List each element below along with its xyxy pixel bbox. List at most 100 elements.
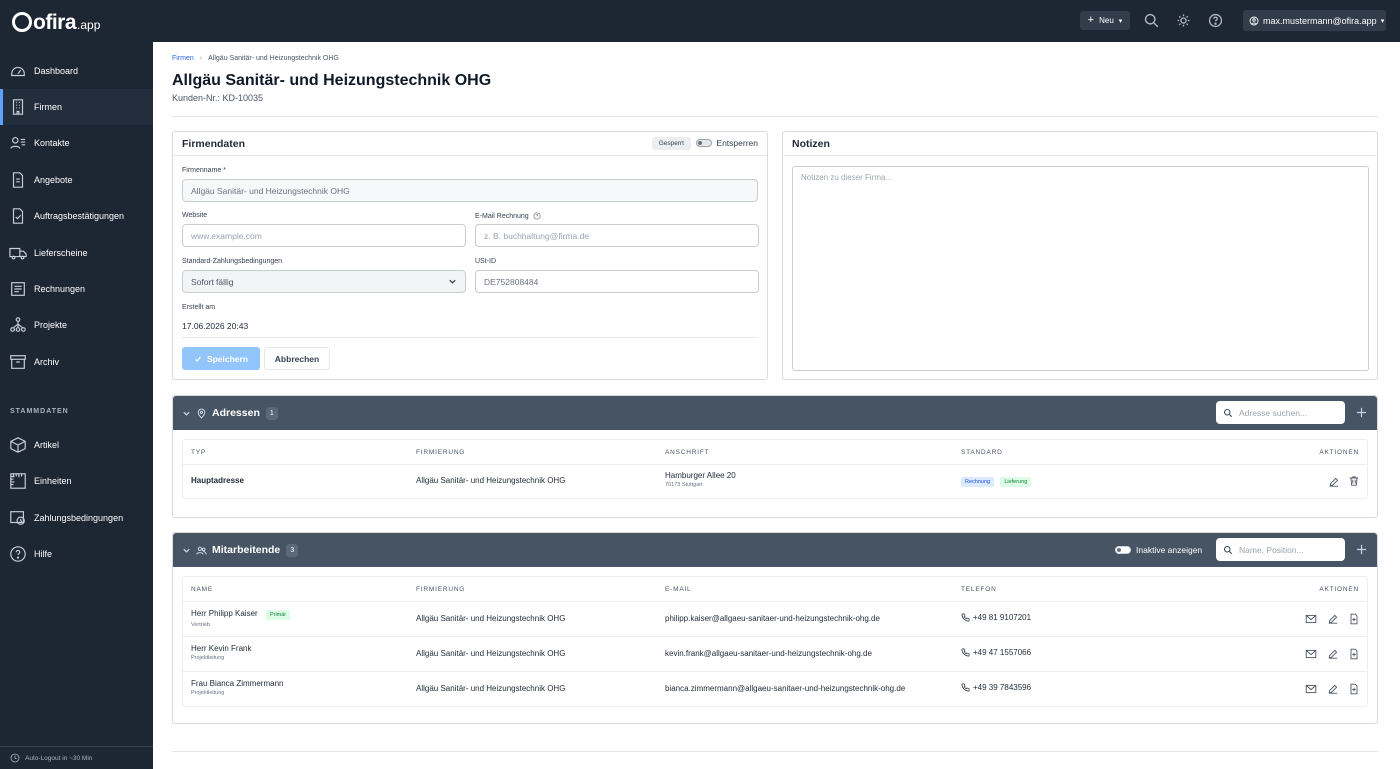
employee-name: Herr Kevin Frank bbox=[191, 644, 252, 653]
toggle-switch[interactable] bbox=[1115, 546, 1131, 554]
vat-id-field[interactable]: DE752808484 bbox=[475, 270, 759, 293]
cancel-button[interactable]: Abbrechen bbox=[264, 347, 330, 370]
logo-tld: .app bbox=[77, 18, 101, 32]
mitarbeitende-header[interactable]: Mitarbeitende 3 Inaktive anzeigen Name, … bbox=[173, 533, 1377, 567]
company-name-field[interactable]: Allgäu Sanitär- und Heizungstechnik OHG bbox=[182, 179, 758, 202]
invoice-email-field[interactable]: z. B. buchhaltung@firma.de bbox=[475, 224, 759, 247]
address-city: 70173 Stuttgart bbox=[665, 482, 703, 488]
employee-email[interactable]: bianca.zimmermann@allgaeu-sanitaer-und-h… bbox=[665, 684, 905, 693]
customer-number: Kunden-Nr.: KD-10035 bbox=[172, 93, 264, 103]
check-icon bbox=[194, 355, 202, 363]
address-company: Allgäu Sanitär- und Heizungstechnik OHG bbox=[416, 476, 566, 485]
clock-icon bbox=[10, 753, 20, 763]
search-icon[interactable] bbox=[1143, 12, 1160, 29]
save-button[interactable]: Speichern bbox=[182, 347, 260, 370]
auto-logout-info: Auto-Logout in ~30 Min bbox=[0, 746, 153, 769]
add-document-icon[interactable] bbox=[1348, 683, 1360, 695]
sidebar-item-archiv[interactable]: Archiv bbox=[0, 344, 153, 380]
sidebar-item-einheiten[interactable]: Einheiten bbox=[0, 463, 153, 499]
employee-name-cell: Frau Bianca Zimmermann Projektleitung bbox=[191, 679, 283, 696]
add-employee-icon[interactable] bbox=[1356, 544, 1367, 555]
table-row[interactable]: Frau Bianca Zimmermann Projektleitung Al… bbox=[183, 672, 1367, 706]
column-header: TYP bbox=[191, 449, 207, 456]
phone-number: +49 39 7843596 bbox=[973, 683, 1032, 692]
unlock-toggle[interactable]: Entsperren bbox=[696, 138, 758, 148]
sidebar-item-artikel[interactable]: Artikel bbox=[0, 427, 153, 463]
sidebar-item-label: Zahlungsbedingungen bbox=[34, 513, 124, 523]
sidebar-item-label: Lieferscheine bbox=[34, 248, 88, 258]
map-pin-icon bbox=[196, 408, 207, 419]
add-address-icon[interactable] bbox=[1356, 407, 1367, 418]
employee-phone[interactable]: +49 81 9107201 bbox=[961, 613, 1031, 622]
edit-icon[interactable] bbox=[1327, 683, 1339, 695]
app-logo[interactable]: ofira .app bbox=[12, 9, 100, 35]
sidebar-item-kontakte[interactable]: Kontakte bbox=[0, 125, 153, 161]
sidebar-item-label: Auftragsbestätigungen bbox=[34, 211, 125, 221]
address-table: TYP FIRMIERUNG ANSCHRIFT STANDARD AKTION… bbox=[182, 439, 1368, 499]
adressen-title: Adressen bbox=[212, 407, 260, 419]
users-icon bbox=[196, 545, 207, 556]
sidebar-item-projekte[interactable]: Projekte bbox=[0, 307, 153, 343]
toggle-switch[interactable] bbox=[696, 139, 713, 147]
employee-phone[interactable]: +49 47 1557066 bbox=[961, 648, 1031, 657]
caret-down-icon: ▾ bbox=[1380, 17, 1385, 25]
address-search-input[interactable]: Adresse suchen... bbox=[1216, 401, 1345, 424]
employee-search-input[interactable]: Name, Position... bbox=[1216, 538, 1345, 561]
employee-phone[interactable]: +49 39 7843596 bbox=[961, 683, 1031, 692]
sidebar-item-hilfe[interactable]: Hilfe bbox=[0, 536, 153, 572]
firmendaten-card: Firmendaten Gesperrt Entsperren Firmenna… bbox=[172, 131, 768, 380]
sidebar-item-angebote[interactable]: Angebote bbox=[0, 162, 153, 198]
sidebar-item-zahlungsbedingungen[interactable]: Zahlungsbedingungen bbox=[0, 500, 153, 536]
sidebar-item-firmen[interactable]: Firmen bbox=[0, 89, 153, 125]
table-row[interactable]: Herr Kevin Frank Projektleitung Allgäu S… bbox=[183, 637, 1367, 672]
breadcrumb-current: Allgäu Sanitär- und Heizungstechnik OHG bbox=[208, 55, 339, 62]
edit-icon[interactable] bbox=[1327, 648, 1339, 660]
sidebar-item-rechnungen[interactable]: Rechnungen bbox=[0, 271, 153, 307]
add-document-icon[interactable] bbox=[1348, 648, 1360, 660]
breadcrumb-link-firmen[interactable]: Firmen bbox=[172, 55, 194, 62]
mitarbeitende-section: Mitarbeitende 3 Inaktive anzeigen Name, … bbox=[172, 532, 1378, 724]
info-icon[interactable] bbox=[533, 212, 541, 220]
notizen-card: Notizen Notizen zu dieser Firma... bbox=[782, 131, 1378, 380]
mitarbeitende-count-badge: 3 bbox=[286, 543, 299, 557]
notes-textarea[interactable]: Notizen zu dieser Firma... bbox=[792, 166, 1369, 371]
column-header: STANDARD bbox=[961, 449, 1003, 456]
truck-icon bbox=[9, 244, 27, 262]
primary-badge: Primär bbox=[265, 610, 291, 620]
mail-icon[interactable] bbox=[1305, 648, 1317, 660]
edit-icon[interactable] bbox=[1327, 613, 1339, 625]
inactive-toggle[interactable]: Inaktive anzeigen bbox=[1115, 545, 1202, 555]
new-button[interactable]: + Neu ▾ bbox=[1080, 11, 1130, 30]
trash-icon[interactable] bbox=[1348, 475, 1360, 487]
table-row[interactable]: Herr Philipp Kaiser Primär Vertrieb Allg… bbox=[183, 602, 1367, 637]
chevron-down-icon[interactable] bbox=[182, 409, 191, 418]
sidebar-item-auftragsbestaetigungen[interactable]: Auftragsbestätigungen bbox=[0, 198, 153, 234]
sidebar-item-label: Firmen bbox=[34, 102, 63, 112]
website-placeholder: www.example.com bbox=[191, 230, 262, 241]
employee-email[interactable]: kevin.frank@allgaeu-sanitaer-und-heizung… bbox=[665, 649, 872, 658]
adressen-header[interactable]: Adressen 1 Adresse suchen... bbox=[173, 396, 1377, 430]
sidebar-item-lieferscheine[interactable]: Lieferscheine bbox=[0, 235, 153, 271]
logo-name: ofira bbox=[33, 11, 77, 34]
vat-id-label: USt-ID bbox=[475, 258, 496, 265]
payment-terms-select[interactable]: Sofort fällig bbox=[182, 270, 466, 293]
sidebar-item-dashboard[interactable]: Dashboard bbox=[0, 53, 153, 89]
archive-icon bbox=[9, 353, 27, 371]
add-document-icon[interactable] bbox=[1348, 613, 1360, 625]
chevron-down-icon[interactable] bbox=[182, 546, 191, 555]
address-tags: Rechnung Lieferung bbox=[961, 476, 1035, 487]
table-row[interactable]: Hauptadresse Allgäu Sanitär- und Heizung… bbox=[183, 465, 1367, 499]
column-header: NAME bbox=[191, 586, 213, 593]
edit-icon[interactable] bbox=[1328, 476, 1340, 488]
employee-email[interactable]: philipp.kaiser@allgaeu-sanitaer-und-heiz… bbox=[665, 614, 880, 623]
help-icon[interactable] bbox=[1207, 12, 1224, 29]
sidebar-item-label: Hilfe bbox=[34, 549, 53, 559]
mail-icon[interactable] bbox=[1305, 683, 1317, 695]
dashboard-icon bbox=[9, 62, 27, 80]
website-field[interactable]: www.example.com bbox=[182, 224, 466, 247]
sidebar-item-label: Angebote bbox=[34, 175, 73, 185]
page-title: Allgäu Sanitär- und Heizungstechnik OHG bbox=[172, 72, 492, 89]
mail-icon[interactable] bbox=[1305, 613, 1317, 625]
user-menu-button[interactable]: max.mustermann@ofira.app ▾ bbox=[1243, 10, 1386, 31]
theme-sun-icon[interactable] bbox=[1175, 12, 1192, 29]
